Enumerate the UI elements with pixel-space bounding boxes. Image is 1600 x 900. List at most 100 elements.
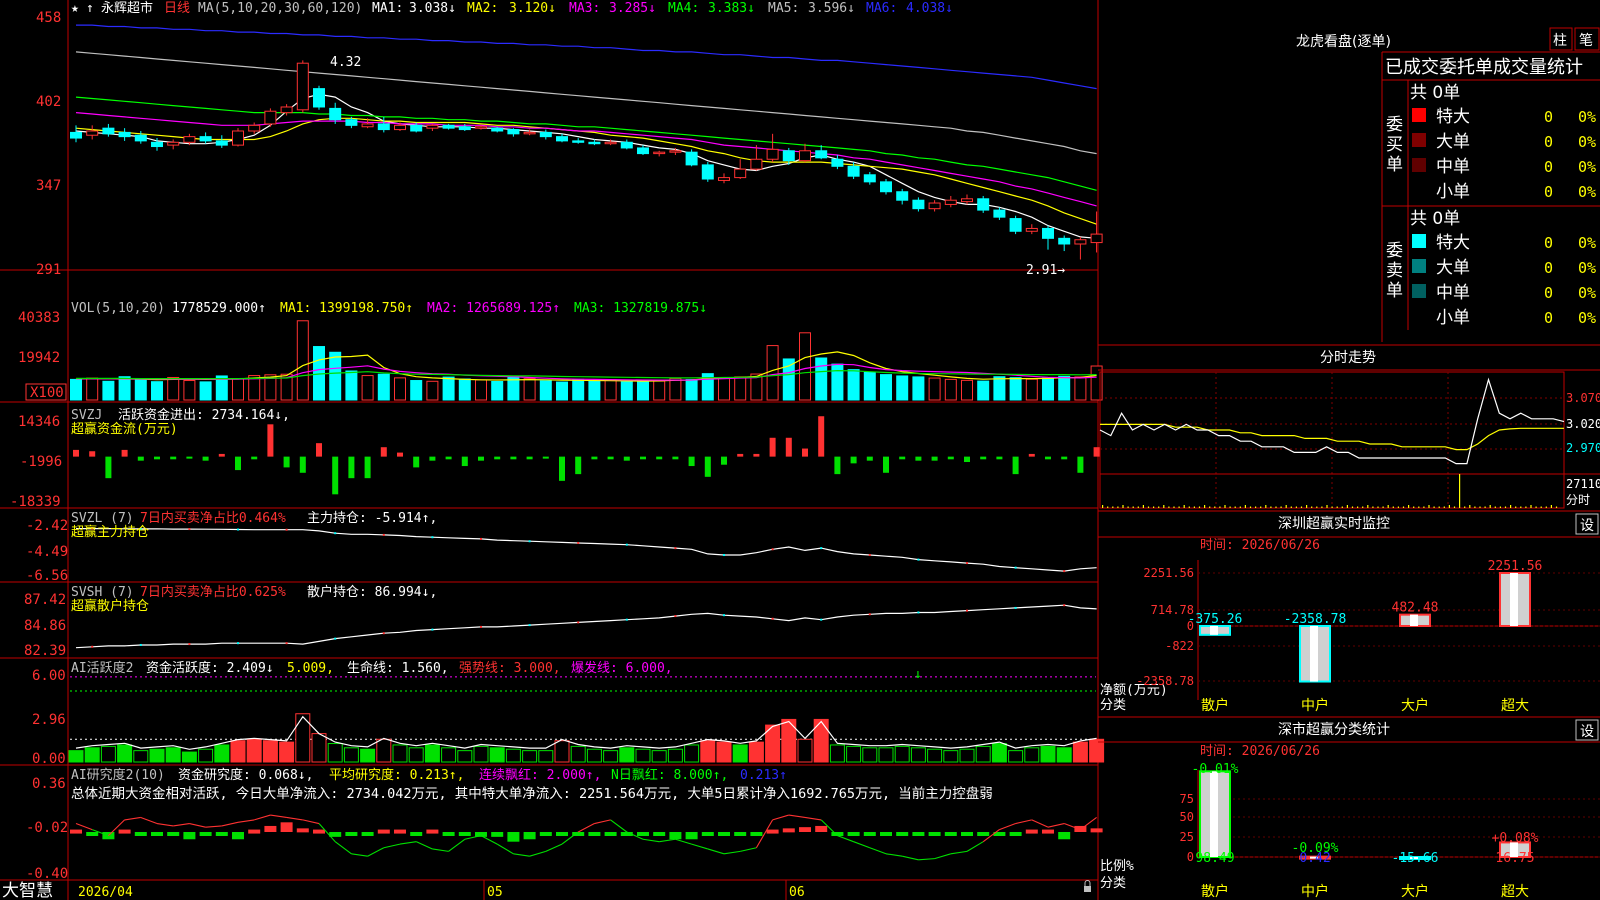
- kline-candle[interactable]: [345, 119, 358, 126]
- kline-candle[interactable]: [232, 130, 244, 146]
- svzj-bar[interactable]: [802, 448, 808, 457]
- ai1-bar[interactable]: [68, 750, 84, 763]
- vol-bar[interactable]: [296, 320, 309, 401]
- app-name[interactable]: 大智慧: [2, 881, 53, 900]
- kline-candle[interactable]: [426, 124, 439, 129]
- kline-candle[interactable]: [507, 129, 520, 135]
- ai2-bar[interactable]: [1090, 828, 1103, 833]
- vol-bar[interactable]: [734, 376, 747, 401]
- svzj-bar[interactable]: [494, 456, 501, 460]
- vol-bar[interactable]: [1025, 378, 1038, 401]
- ai2-bar[interactable]: [669, 832, 682, 840]
- vol-bar[interactable]: [912, 376, 925, 401]
- ai1-bar[interactable]: [392, 744, 408, 763]
- vol-bar[interactable]: [782, 358, 795, 401]
- kline-candle[interactable]: [264, 110, 277, 125]
- ai2-bar[interactable]: [410, 832, 423, 836]
- ai1-bar[interactable]: [700, 740, 716, 763]
- ai1-bar[interactable]: [165, 747, 181, 763]
- ai2-chart[interactable]: [70, 814, 1103, 861]
- ai1-bar[interactable]: [100, 745, 116, 763]
- svzj-bar[interactable]: [1045, 456, 1051, 460]
- svzj-bar[interactable]: [980, 456, 987, 460]
- svzj-bar[interactable]: [559, 456, 565, 481]
- vol-bar[interactable]: [896, 375, 909, 401]
- ai2-bar[interactable]: [799, 827, 811, 832]
- ai1-bar[interactable]: [360, 748, 376, 763]
- kline-candle[interactable]: [669, 150, 682, 153]
- ai2-bar[interactable]: [523, 832, 536, 840]
- vol-bar[interactable]: [426, 380, 439, 401]
- vol-bar[interactable]: [944, 378, 957, 401]
- ai2-bar[interactable]: [264, 825, 277, 832]
- vol-bar[interactable]: [1074, 376, 1087, 401]
- svzj-bar[interactable]: [542, 456, 549, 459]
- ai1-chart[interactable]: ↓: [68, 667, 1105, 763]
- kline-candle[interactable]: [167, 141, 180, 146]
- ai2-bar[interactable]: [1009, 832, 1022, 836]
- ai1-bar[interactable]: [457, 750, 473, 763]
- ai1-bar[interactable]: [878, 747, 894, 763]
- vol-unit[interactable]: X100: [30, 385, 64, 401]
- svzj-bar[interactable]: [866, 456, 873, 461]
- kline-chart[interactable]: [70, 24, 1103, 260]
- svzj-bar[interactable]: [73, 449, 79, 457]
- vol-bar[interactable]: [1042, 377, 1054, 401]
- ai2-bar[interactable]: [426, 829, 439, 834]
- svzj-bar[interactable]: [785, 437, 792, 457]
- vol-bar[interactable]: [993, 376, 1006, 401]
- vol-bar[interactable]: [799, 332, 811, 401]
- vol-bar[interactable]: [880, 374, 892, 401]
- svsh-chart[interactable]: [75, 604, 1097, 649]
- ai1-bar[interactable]: [910, 747, 926, 763]
- classify-bar[interactable]: [1199, 770, 1231, 859]
- vol-bar[interactable]: [523, 378, 536, 401]
- ai2-bar[interactable]: [232, 832, 244, 840]
- svzj-bar[interactable]: [283, 456, 290, 468]
- kline-candle[interactable]: [831, 158, 844, 167]
- svzj-bar[interactable]: [380, 447, 387, 457]
- kline-candle[interactable]: [1025, 227, 1038, 232]
- kline-candle[interactable]: [604, 141, 617, 145]
- vol-bar[interactable]: [361, 375, 374, 401]
- svzj-bar[interactable]: [753, 453, 760, 457]
- vol-bar[interactable]: [442, 376, 455, 401]
- vol-bar[interactable]: [669, 377, 682, 401]
- kline-candle[interactable]: [620, 141, 633, 149]
- kline-candle[interactable]: [86, 130, 99, 136]
- svzj-bar[interactable]: [607, 456, 614, 460]
- ai1-bar[interactable]: [538, 750, 554, 763]
- ai2-bar[interactable]: [961, 832, 973, 836]
- ai1-bar[interactable]: [603, 750, 619, 763]
- ai1-bar[interactable]: [651, 750, 667, 763]
- ai1-bar[interactable]: [230, 740, 246, 763]
- ai1-bar[interactable]: [1024, 747, 1040, 763]
- lock-icon[interactable]: [1084, 886, 1091, 892]
- svzj-bar[interactable]: [1077, 456, 1084, 473]
- ai2-bar[interactable]: [766, 829, 779, 834]
- kline-candle[interactable]: [70, 131, 82, 139]
- kline-candle[interactable]: [572, 140, 585, 143]
- ai2-bar[interactable]: [977, 832, 990, 836]
- kline-candle[interactable]: [685, 151, 698, 166]
- ai2-bar[interactable]: [750, 832, 763, 836]
- svzj-bar[interactable]: [915, 456, 922, 461]
- svzj-bar[interactable]: [1012, 456, 1019, 475]
- vol-bar[interactable]: [653, 380, 666, 401]
- ai1-bar[interactable]: [667, 748, 683, 763]
- ai2-bar[interactable]: [863, 832, 876, 836]
- vol-bar[interactable]: [394, 377, 406, 401]
- svzj-bar[interactable]: [413, 456, 420, 468]
- ai2-bar[interactable]: [280, 822, 293, 832]
- ai1-bar[interactable]: [279, 741, 295, 763]
- vol-bar[interactable]: [102, 380, 115, 401]
- svzj-bar[interactable]: [947, 456, 954, 460]
- ai2-bar[interactable]: [118, 829, 131, 834]
- svzj-bar[interactable]: [704, 456, 711, 477]
- vol-bar[interactable]: [928, 377, 941, 401]
- ai2-bar[interactable]: [377, 829, 390, 834]
- stock-period[interactable]: 日线: [164, 1, 190, 16]
- kline-candle[interactable]: [1058, 237, 1071, 245]
- kline-candle[interactable]: [491, 127, 504, 132]
- monitor-bar[interactable]: [1299, 625, 1331, 683]
